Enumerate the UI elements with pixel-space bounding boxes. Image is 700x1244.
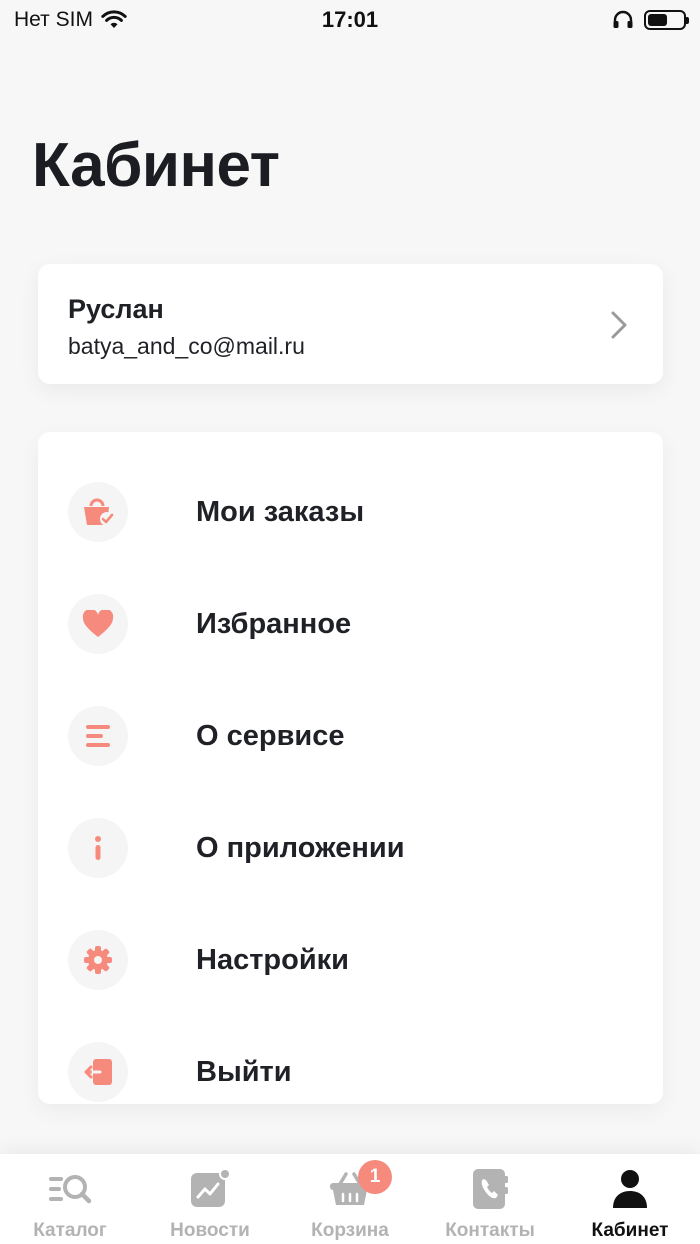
profile-name: Руслан — [68, 294, 164, 324]
lines-icon — [68, 706, 128, 766]
wifi-icon — [101, 10, 127, 28]
status-right — [612, 10, 689, 30]
phone-book-icon — [470, 1166, 510, 1212]
info-icon — [68, 818, 128, 878]
tab-label: Кабинет — [591, 1220, 669, 1241]
cart-badge: 1 — [358, 1160, 392, 1194]
heart-icon — [68, 594, 128, 654]
catalog-search-icon — [47, 1166, 93, 1212]
menu-item-about-service[interactable]: О сервисе — [38, 680, 663, 792]
tab-label: Контакты — [445, 1220, 535, 1241]
menu-item-label: Мои заказы — [196, 495, 365, 528]
carrier-label: Нет SIM — [14, 8, 93, 31]
status-left: Нет SIM — [14, 8, 127, 32]
tab-bar: Каталог Новости 1 Корзина Контакты Кабин… — [0, 1154, 700, 1244]
menu-item-label: Настройки — [196, 943, 350, 976]
status-bar: Нет SIM 17:01 — [0, 0, 700, 40]
chevron-right-icon — [611, 311, 627, 339]
page-title: Кабинет — [32, 131, 280, 200]
tab-label: Корзина — [311, 1220, 389, 1241]
menu-item-orders[interactable]: Мои заказы — [38, 456, 663, 568]
tab-cabinet[interactable]: Кабинет — [560, 1154, 700, 1244]
menu-item-about-app[interactable]: О приложении — [38, 792, 663, 904]
menu-item-settings[interactable]: Настройки — [38, 904, 663, 1016]
menu-item-label: Выйти — [196, 1055, 292, 1088]
battery-icon — [644, 10, 689, 30]
tab-contacts[interactable]: Контакты — [420, 1154, 560, 1244]
screen: Нет SIM 17:01 Кабинет Руслан batya_and_c… — [0, 0, 700, 1244]
headphones-icon — [613, 10, 633, 28]
menu-item-label: О сервисе — [196, 719, 345, 752]
menu-item-label: Избранное — [196, 607, 352, 640]
logout-icon — [68, 1042, 128, 1102]
profile-card[interactable]: Руслан batya_and_co@mail.ru — [38, 264, 663, 384]
orders-bag-icon — [68, 482, 128, 542]
tab-label: Новости — [170, 1220, 250, 1241]
menu-card: Мои заказы Избранное О сервисе О приложе… — [38, 432, 663, 1104]
profile-email: batya_and_co@mail.ru — [68, 333, 305, 359]
tab-cart[interactable]: 1 Корзина — [280, 1154, 420, 1244]
news-chart-icon — [189, 1166, 231, 1212]
user-icon — [611, 1166, 649, 1212]
tab-news[interactable]: Новости — [140, 1154, 280, 1244]
menu-item-favorites[interactable]: Избранное — [38, 568, 663, 680]
tab-label: Каталог — [33, 1220, 107, 1241]
tab-catalog[interactable]: Каталог — [0, 1154, 140, 1244]
menu-item-label: О приложении — [196, 831, 405, 864]
menu-item-logout[interactable]: Выйти — [38, 1016, 663, 1128]
gear-icon — [68, 930, 128, 990]
